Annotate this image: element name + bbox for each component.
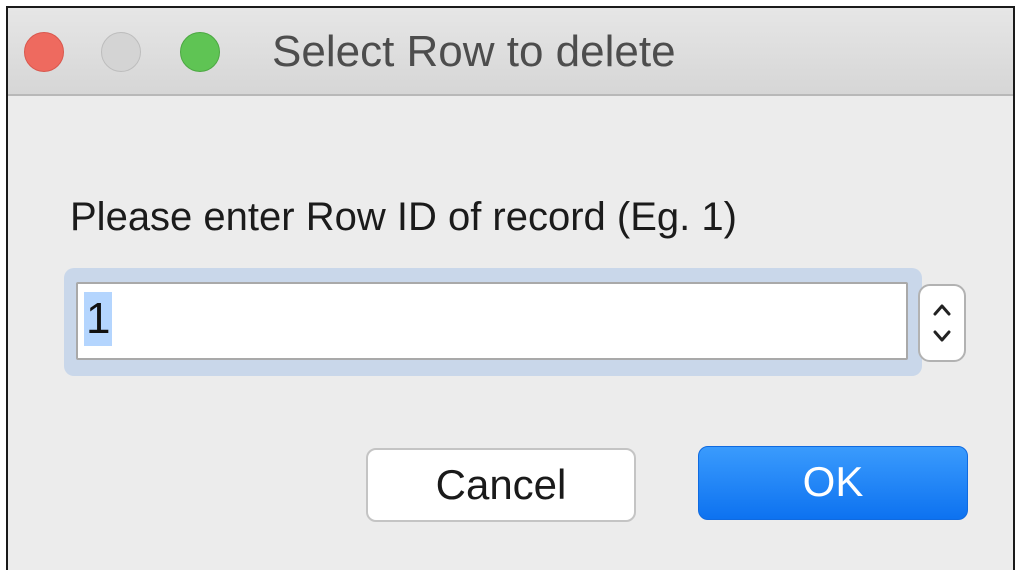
chevron-down-icon[interactable] [932,328,952,344]
prompt-label: Please enter Row ID of record (Eg. 1) [70,195,737,239]
row-id-value: 1 [84,292,113,346]
dialog-window: Select Row to delete Please enter Row ID… [6,6,1015,570]
zoom-button[interactable] [180,32,220,72]
chevron-up-icon[interactable] [932,302,952,318]
row-id-stepper[interactable] [918,284,966,362]
minimize-button[interactable] [101,32,141,72]
ok-button[interactable]: OK [698,446,968,520]
row-id-input[interactable]: 1 [76,282,908,360]
close-button[interactable] [24,32,64,72]
title-bar: Select Row to delete [8,8,1013,96]
cancel-button[interactable]: Cancel [366,448,636,522]
window-title: Select Row to delete [272,27,676,76]
